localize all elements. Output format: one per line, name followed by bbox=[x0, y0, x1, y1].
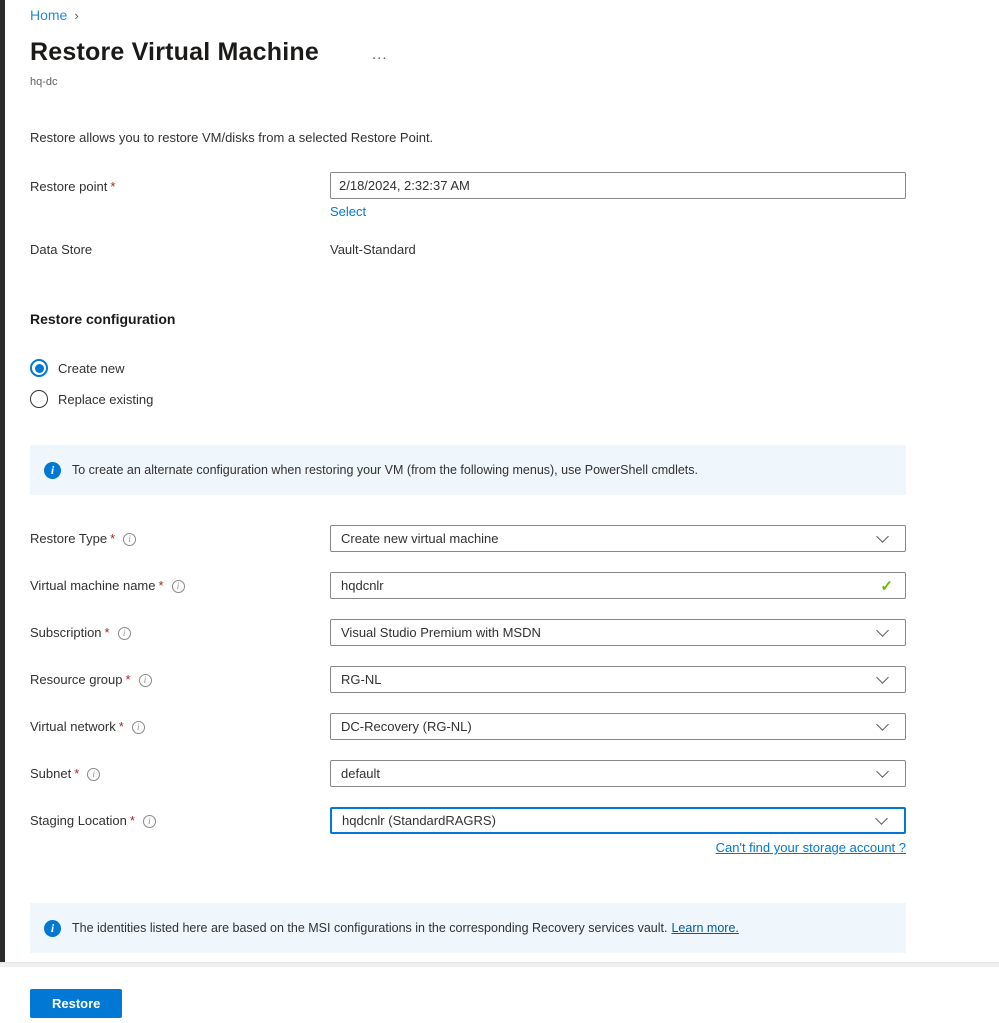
restore-point-label: Restore point* bbox=[30, 179, 115, 194]
info-banner-powershell: i To create an alternate configuration w… bbox=[30, 445, 906, 495]
footer-divider bbox=[0, 962, 999, 967]
resource-group-value: RG-NL bbox=[341, 672, 878, 687]
radio-replace-existing-label: Replace existing bbox=[58, 392, 153, 407]
restore-point-select-link[interactable]: Select bbox=[330, 204, 366, 219]
form-row-virtual-machine-name: Virtual machine name* i hqdcnlr✓ bbox=[30, 572, 906, 619]
chevron-down-icon bbox=[876, 530, 889, 543]
virtual-network-select[interactable]: DC-Recovery (RG-NL) bbox=[330, 713, 906, 740]
cant-find-storage-link[interactable]: Can't find your storage account ? bbox=[716, 840, 906, 855]
subnet-label-text: Subnet bbox=[30, 766, 71, 781]
chevron-down-icon bbox=[876, 671, 889, 684]
more-options-icon[interactable]: ... bbox=[372, 46, 388, 63]
virtual-machine-name-value: hqdcnlr bbox=[341, 578, 880, 593]
breadcrumb: Home › bbox=[30, 7, 79, 23]
chevron-down-icon bbox=[876, 718, 889, 731]
subscription-value: Visual Studio Premium with MSDN bbox=[341, 625, 878, 640]
blade-left-edge bbox=[0, 0, 5, 962]
chevron-down-icon bbox=[876, 624, 889, 637]
form-row-subnet: Subnet* i default bbox=[30, 760, 906, 807]
info-tooltip-icon[interactable]: i bbox=[132, 721, 145, 734]
form-rows: Restore Type*iCreate new virtual machine… bbox=[30, 525, 906, 854]
required-asterisk: * bbox=[105, 625, 110, 640]
subscription-select[interactable]: Visual Studio Premium with MSDN bbox=[330, 619, 906, 646]
staging-location-value: hqdcnlr (StandardRAGRS) bbox=[342, 813, 877, 828]
radio-unselected-icon bbox=[30, 390, 48, 408]
required-asterisk: * bbox=[130, 813, 135, 828]
virtual-network-value: DC-Recovery (RG-NL) bbox=[341, 719, 878, 734]
restore-type-label-text: Restore Type bbox=[30, 531, 107, 546]
form-row-subscription: Subscription* i Visual Studio Premium with… bbox=[30, 619, 906, 666]
restore-type-value: Create new virtual machine bbox=[341, 531, 878, 546]
breadcrumb-separator-icon: › bbox=[74, 8, 78, 23]
subnet-select[interactable]: default bbox=[330, 760, 906, 787]
info-banner-identities-text: The identities listed here are based on … bbox=[72, 921, 739, 935]
page-title: Restore Virtual Machine bbox=[30, 38, 319, 67]
virtual-network-label-text: Virtual network bbox=[30, 719, 116, 734]
required-asterisk: * bbox=[126, 672, 131, 687]
data-store-value: Vault-Standard bbox=[330, 242, 416, 257]
intro-text: Restore allows you to restore VM/disks f… bbox=[30, 130, 433, 145]
breadcrumb-home-link[interactable]: Home bbox=[30, 7, 67, 23]
virtual-machine-name-input[interactable]: hqdcnlr✓ bbox=[330, 572, 906, 599]
restore-point-input[interactable]: 2/18/2024, 2:32:37 AM bbox=[330, 172, 906, 199]
restore-type-select[interactable]: Create new virtual machine bbox=[330, 525, 906, 552]
staging-location-label: Staging Location* i bbox=[30, 807, 330, 828]
valid-check-icon: ✓ bbox=[880, 577, 893, 595]
storage-link-row: Can't find your storage account ? bbox=[330, 840, 906, 855]
virtual-machine-name-label: Virtual machine name* i bbox=[30, 572, 330, 593]
virtual-machine-name-label-text: Virtual machine name bbox=[30, 578, 156, 593]
info-banner-identities: i The identities listed here are based o… bbox=[30, 903, 906, 953]
identities-text: The identities listed here are based on … bbox=[72, 921, 667, 935]
radio-selected-icon bbox=[30, 359, 48, 377]
info-tooltip-icon[interactable]: i bbox=[139, 674, 152, 687]
form-row-virtual-network: Virtual network* i DC-Recovery (RG-NL) bbox=[30, 713, 906, 760]
learn-more-link[interactable]: Learn more. bbox=[671, 921, 738, 935]
subnet-label: Subnet* i bbox=[30, 760, 330, 781]
radio-replace-existing[interactable]: Replace existing bbox=[30, 388, 153, 410]
virtual-network-label: Virtual network* i bbox=[30, 713, 330, 734]
subscription-label-text: Subscription bbox=[30, 625, 102, 640]
resource-group-label-text: Resource group bbox=[30, 672, 123, 687]
form-row-restore-type: Restore Type* i Create new virtual machine bbox=[30, 525, 906, 572]
staging-location-select[interactable]: hqdcnlr (StandardRAGRS) bbox=[330, 807, 906, 834]
page-subtitle: hq-dc bbox=[30, 76, 58, 88]
chevron-down-icon bbox=[875, 812, 888, 825]
data-store-label: Data Store bbox=[30, 242, 92, 257]
required-asterisk: * bbox=[110, 531, 115, 546]
info-tooltip-icon[interactable]: i bbox=[172, 580, 185, 593]
info-tooltip-icon[interactable]: i bbox=[87, 768, 100, 781]
info-tooltip-icon[interactable]: i bbox=[118, 627, 131, 640]
info-tooltip-icon[interactable]: i bbox=[143, 815, 156, 828]
restore-point-label-text: Restore point bbox=[30, 179, 107, 194]
subscription-label: Subscription* i bbox=[30, 619, 330, 640]
required-asterisk: * bbox=[110, 179, 115, 194]
radio-create-new-label: Create new bbox=[58, 361, 124, 376]
radio-create-new[interactable]: Create new bbox=[30, 357, 124, 379]
restore-button[interactable]: Restore bbox=[30, 989, 122, 1018]
required-asterisk: * bbox=[119, 719, 124, 734]
resource-group-select[interactable]: RG-NL bbox=[330, 666, 906, 693]
staging-location-label-text: Staging Location bbox=[30, 813, 127, 828]
chevron-down-icon bbox=[876, 765, 889, 778]
info-tooltip-icon[interactable]: i bbox=[123, 533, 136, 546]
required-asterisk: * bbox=[74, 766, 79, 781]
subnet-value: default bbox=[341, 766, 878, 781]
form-row-resource-group: Resource group* i RG-NL bbox=[30, 666, 906, 713]
required-asterisk: * bbox=[159, 578, 164, 593]
info-icon: i bbox=[44, 920, 61, 937]
info-icon: i bbox=[44, 462, 61, 479]
resource-group-label: Resource group* i bbox=[30, 666, 330, 687]
info-banner-powershell-text: To create an alternate configuration whe… bbox=[72, 463, 698, 477]
restore-configuration-heading: Restore configuration bbox=[30, 311, 175, 327]
restore-type-label: Restore Type* i bbox=[30, 525, 330, 546]
